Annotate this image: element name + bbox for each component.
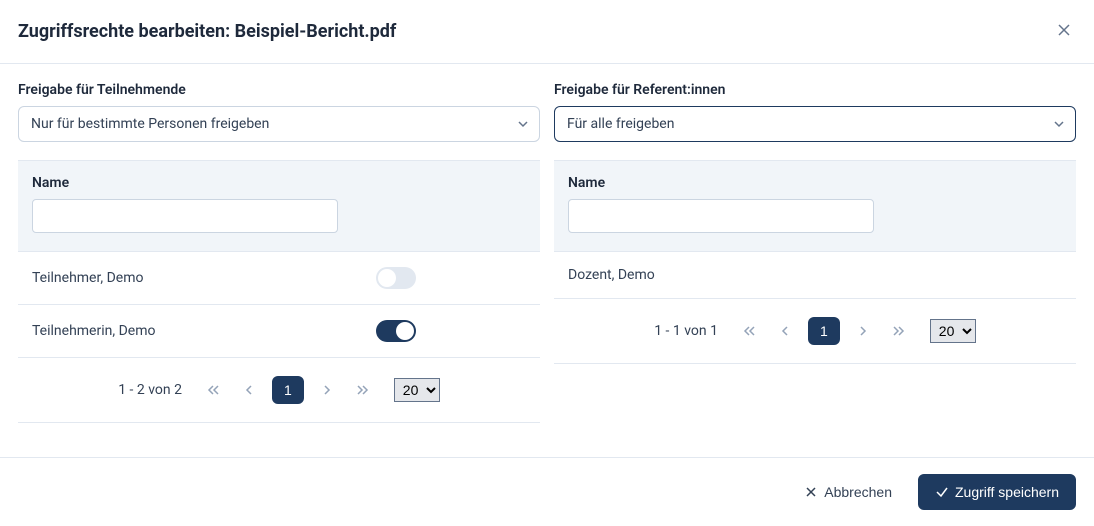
- page-size-select[interactable]: 20: [394, 378, 440, 402]
- save-button[interactable]: Zugriff speichern: [918, 474, 1076, 510]
- current-page[interactable]: 1: [808, 317, 840, 345]
- participants-filter-header: Name: [18, 160, 540, 252]
- prev-page-button[interactable]: [236, 377, 262, 403]
- cancel-button[interactable]: Abbrechen: [790, 474, 906, 510]
- list-item-name: Dozent, Demo: [568, 267, 1062, 283]
- list-item: Dozent, Demo: [554, 252, 1076, 299]
- participants-panel: Freigabe für Teilnehmende Nur für bestim…: [18, 82, 540, 423]
- first-page-button[interactable]: [736, 318, 762, 344]
- presenters-filter-header: Name: [554, 160, 1076, 252]
- list-item-name: Teilnehmer, Demo: [32, 270, 376, 286]
- participants-name-filter[interactable]: [32, 199, 338, 233]
- chevron-left-icon: [778, 324, 792, 338]
- chevron-right-icon: [856, 324, 870, 338]
- close-icon: [804, 485, 818, 499]
- participants-share-select[interactable]: Nur für bestimmte Personen freigeben: [18, 106, 540, 142]
- chevrons-right-icon: [892, 324, 906, 338]
- presenters-share-select[interactable]: Für alle freigeben: [554, 106, 1076, 142]
- next-page-button[interactable]: [850, 318, 876, 344]
- last-page-button[interactable]: [350, 377, 376, 403]
- close-icon: [1056, 22, 1072, 38]
- access-toggle[interactable]: [376, 320, 416, 342]
- page-size-select[interactable]: 20: [930, 319, 976, 343]
- page-info: 1 - 1 von 1: [654, 323, 718, 339]
- cancel-label: Abbrechen: [824, 484, 892, 500]
- participants-label: Freigabe für Teilnehmende: [18, 82, 540, 98]
- participants-pagination: 1 - 2 von 2 1 20: [18, 358, 540, 423]
- page-title: Zugriffsrechte bearbeiten: Beispiel-Beri…: [18, 21, 396, 42]
- chevrons-left-icon: [206, 383, 220, 397]
- chevrons-right-icon: [356, 383, 370, 397]
- last-page-button[interactable]: [886, 318, 912, 344]
- page-info: 1 - 2 von 2: [118, 382, 182, 398]
- chevrons-left-icon: [742, 324, 756, 338]
- presenters-panel: Freigabe für Referent:innen Für alle fre…: [554, 82, 1076, 423]
- prev-page-button[interactable]: [772, 318, 798, 344]
- first-page-button[interactable]: [200, 377, 226, 403]
- next-page-button[interactable]: [314, 377, 340, 403]
- presenters-name-filter[interactable]: [568, 199, 874, 233]
- presenters-label: Freigabe für Referent:innen: [554, 82, 1076, 98]
- chevron-left-icon: [242, 383, 256, 397]
- presenters-pagination: 1 - 1 von 1 1 20: [554, 299, 1076, 364]
- list-item: Teilnehmerin, Demo: [18, 305, 540, 358]
- current-page[interactable]: 1: [272, 376, 304, 404]
- save-label: Zugriff speichern: [955, 484, 1059, 500]
- presenters-name-column: Name: [568, 175, 1062, 191]
- access-toggle[interactable]: [376, 267, 416, 289]
- check-icon: [935, 485, 949, 499]
- list-item-name: Teilnehmerin, Demo: [32, 323, 376, 339]
- chevron-right-icon: [320, 383, 334, 397]
- list-item: Teilnehmer, Demo: [18, 252, 540, 305]
- participants-name-column: Name: [32, 175, 526, 191]
- close-button[interactable]: [1052, 18, 1076, 45]
